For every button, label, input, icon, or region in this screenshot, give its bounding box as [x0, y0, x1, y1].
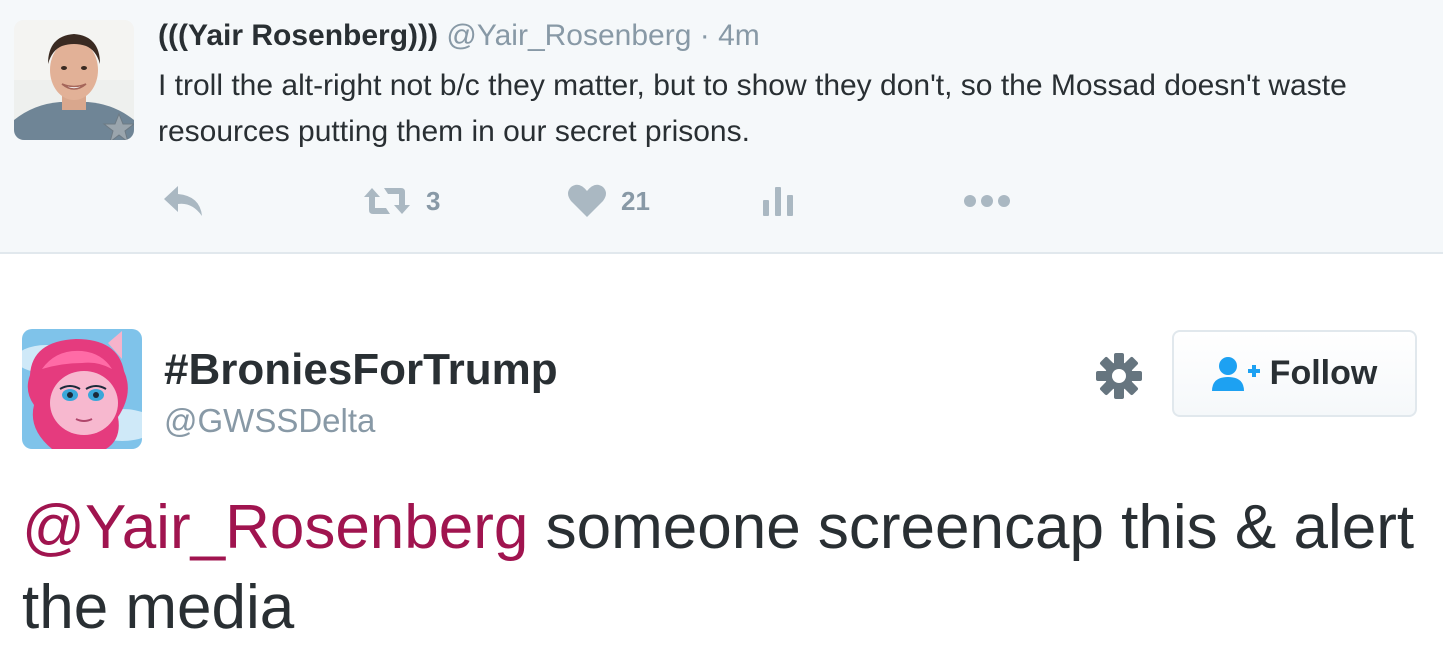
user-actions-button[interactable]: [1094, 351, 1144, 401]
reply-button[interactable]: [162, 176, 204, 226]
avatar[interactable]: [14, 20, 134, 140]
tweet-text: @Yair_Rosenberg someone screencap this &…: [22, 488, 1422, 648]
tweet-header: (((Yair Rosenberg))) @Yair_Rosenberg · 4…: [158, 17, 760, 55]
analytics-button[interactable]: [762, 176, 794, 226]
like-button[interactable]: 21: [567, 176, 650, 226]
mention-link[interactable]: @Yair_Rosenberg: [22, 493, 528, 562]
tweet-actions: 3 21: [0, 176, 1443, 226]
retweet-icon: [364, 188, 410, 214]
retweet-button[interactable]: 3: [362, 176, 440, 226]
follow-user-icon: [1211, 356, 1260, 391]
follow-label: Follow: [1269, 354, 1378, 392]
verified-badge-icon: [102, 112, 134, 140]
author-username[interactable]: @Yair_Rosenberg: [446, 19, 691, 52]
gear-icon: [1096, 353, 1142, 399]
author-fullname[interactable]: #BroniesForTrump: [164, 344, 558, 396]
follow-button[interactable]: Follow: [1172, 330, 1417, 417]
analytics-icon: [763, 187, 793, 216]
avatar[interactable]: [22, 329, 142, 449]
like-count: 21: [621, 185, 650, 216]
author-fullname[interactable]: (((Yair Rosenberg))): [158, 19, 438, 52]
author-username[interactable]: @GWSSDelta: [164, 401, 375, 441]
tweet-text: I troll the alt-right not b/c they matte…: [158, 69, 1347, 148]
heart-icon: [568, 184, 606, 217]
reply-icon: [164, 186, 202, 216]
retweet-count: 3: [426, 185, 441, 216]
quoted-tweet: (((Yair Rosenberg))) @Yair_Rosenberg · 4…: [0, 0, 1443, 254]
more-button[interactable]: [963, 176, 1011, 226]
tweet-timestamp[interactable]: 4m: [718, 19, 760, 52]
more-icon: [964, 195, 1010, 207]
time-separator: ·: [699, 19, 710, 52]
